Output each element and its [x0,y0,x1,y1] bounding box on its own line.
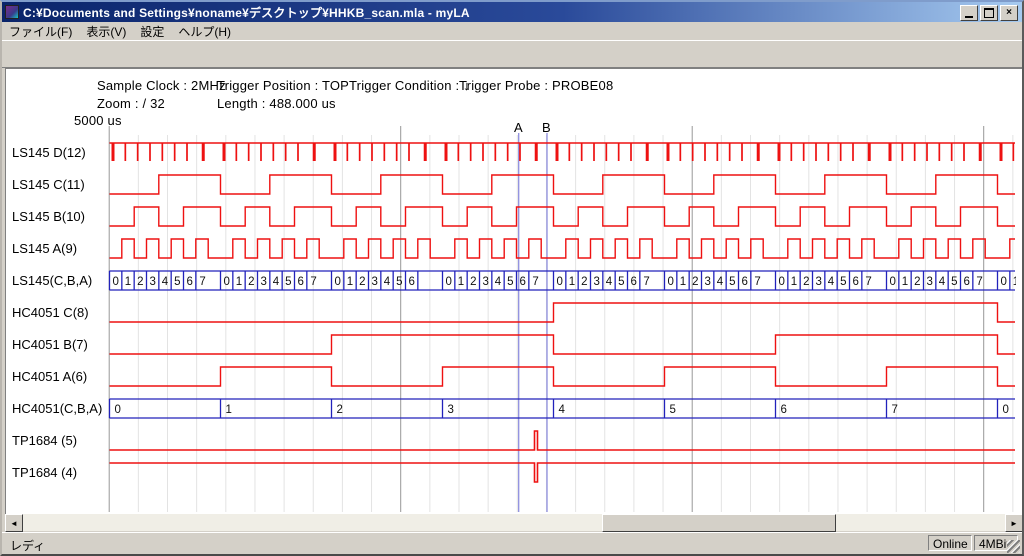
horizontal-scrollbar[interactable]: ◄ ► [5,514,1023,531]
trigger-condition-info: Trigger Condition : ↓ [349,78,470,93]
channel-label-8: HC4051(C,B,A) [12,401,102,416]
channel-label-9: TP1684 (5) [12,433,77,448]
menu-bar: ファイル(F)表示(V)設定ヘルプ(H) [2,23,1022,40]
minimize-icon [965,16,973,18]
toolbar: Stop → 100MHz ▼ TOP ▼ ↑ ▼ PROBE00 ▼ − + … [2,40,1022,68]
status-ready-text: レディ [10,537,45,554]
channel-label-2: LS145 B(10) [12,209,85,224]
status-online-badge: Online [928,535,972,551]
scroll-right-button[interactable]: ► [1005,514,1023,532]
window-title: C:¥Documents and Settings¥noname¥デスクトップ¥… [23,4,470,21]
sample-clock-info: Sample Clock : 2MHz [97,78,226,93]
trigger-position-info: Trigger Position : TOP [217,78,349,93]
minimize-button[interactable] [960,5,978,21]
app-window: C:¥Documents and Settings¥noname¥デスクトップ¥… [0,0,1024,556]
maximize-button[interactable] [980,5,998,21]
channel-label-4: LS145(C,B,A) [12,273,92,288]
channel-label-5: HC4051 C(8) [12,305,89,320]
close-button[interactable]: × [1000,5,1018,21]
channel-label-1: LS145 C(11) [12,177,85,192]
menu-item-0[interactable]: ファイル(F) [2,22,79,41]
scroll-left-button[interactable]: ◄ [5,514,23,532]
title-bar[interactable]: C:¥Documents and Settings¥noname¥デスクトップ¥… [2,2,1022,22]
channel-label-3: LS145 A(9) [12,241,77,256]
waveform-area[interactable] [109,122,1015,512]
resize-grip[interactable] [1007,540,1020,553]
close-icon: × [1006,8,1012,18]
scroll-left-icon: ◄ [10,519,18,528]
app-icon [5,5,19,19]
length-info: Length : 488.000 us [217,96,336,111]
scrollbar-thumb[interactable] [602,514,836,532]
menu-item-2[interactable]: 設定 [133,22,171,41]
menu-item-3[interactable]: ヘルプ(H) [171,22,238,41]
zoom-info: Zoom : / 32 [97,96,165,111]
scroll-right-icon: ► [1010,519,1018,528]
channel-label-0: LS145 D(12) [12,145,86,160]
maximize-icon [984,8,994,18]
menu-item-1[interactable]: 表示(V) [79,22,133,41]
channel-label-10: TP1684 (4) [12,465,77,480]
channel-label-7: HC4051 A(6) [12,369,87,384]
trigger-probe-info: Trigger Probe : PROBE08 [459,78,613,93]
channel-label-6: HC4051 B(7) [12,337,88,352]
status-bar: レディ Online 4MBit [2,532,1022,555]
